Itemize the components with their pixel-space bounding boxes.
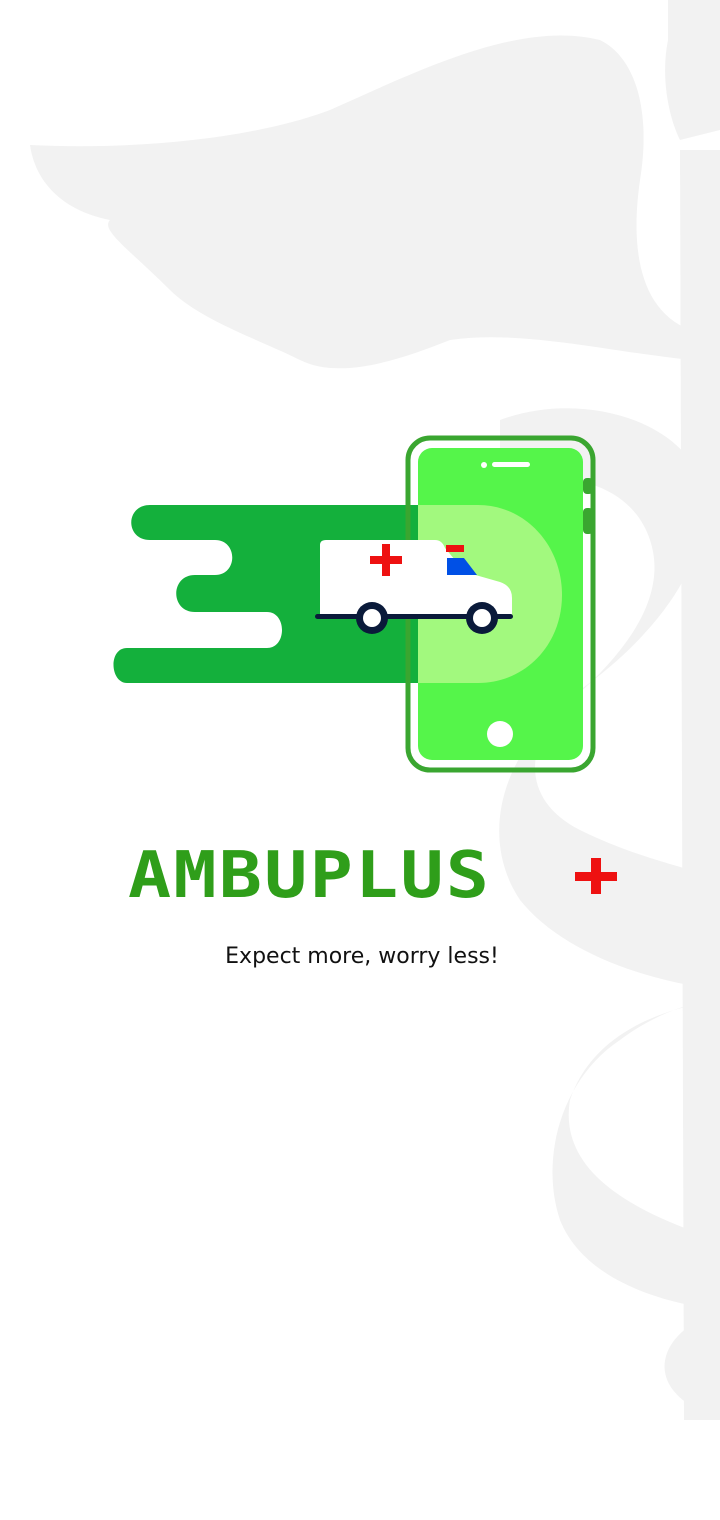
app-logo: AMBUPLUS [128, 839, 628, 913]
tagline: Expect more, worry less! [225, 944, 499, 969]
splash-screen: AMBUPLUS Expect more, worry less! [0, 0, 720, 1520]
phone-ambulance-illustration [113, 435, 596, 773]
red-plus-icon [575, 858, 617, 894]
app-name: AMBUPLUS [128, 839, 492, 913]
